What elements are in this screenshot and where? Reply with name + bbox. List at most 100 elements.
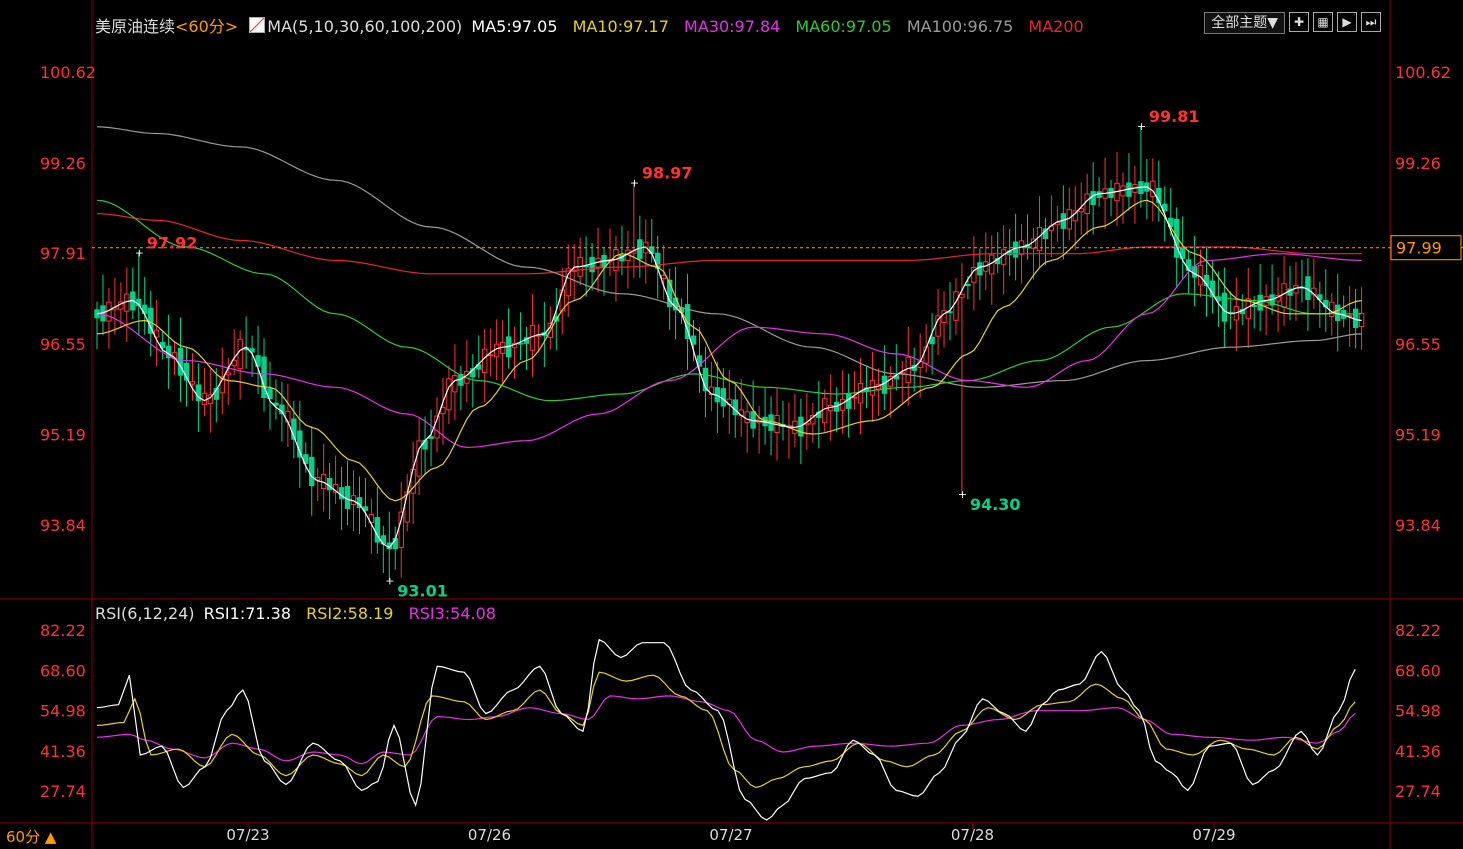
- candle-body: [857, 382, 864, 404]
- time-tick-label: 07/23: [226, 826, 269, 844]
- symbol-title: 美原油连续: [95, 17, 176, 36]
- candle-body: [1090, 191, 1096, 206]
- step-icon[interactable]: ⏭: [1361, 12, 1381, 32]
- price-tick-right: 96.55: [1395, 335, 1441, 354]
- candle-body: [1281, 283, 1287, 308]
- rsi1-value: RSI1:71.38: [203, 604, 292, 623]
- candle-body: [851, 396, 858, 399]
- rsi-tick-left: 68.60: [40, 661, 86, 680]
- price-tick-left: 96.55: [40, 335, 86, 354]
- candle-body: [660, 275, 667, 280]
- rsi-tick-right: 27.74: [1395, 782, 1441, 801]
- extreme-marker: +: [1137, 120, 1146, 133]
- candle-body: [845, 393, 852, 409]
- candle-body: [959, 293, 965, 299]
- ma60-value: MA60:97.05: [795, 17, 892, 36]
- last-price-label: 97.99: [1396, 239, 1442, 258]
- ma-label: MA(5,10,30,60,100,200): [267, 17, 463, 36]
- extreme-marker: +: [630, 176, 639, 189]
- ma10-value: MA10:97.17: [572, 17, 669, 36]
- toolbar: 全部主题▼ ✚ ▦ ▶ ⏭: [1204, 12, 1381, 34]
- candle-body: [1251, 304, 1257, 307]
- candle-body: [285, 410, 291, 423]
- time-tick-label: 07/28: [951, 826, 994, 844]
- rsi-tick-right: 82.22: [1395, 621, 1441, 640]
- candle-body: [446, 378, 452, 411]
- candle-body: [1000, 249, 1007, 265]
- candle-body: [881, 375, 888, 394]
- ma30-value: MA30:97.84: [684, 17, 781, 36]
- indicator-icon[interactable]: [249, 17, 266, 33]
- rsi-tick-right: 54.98: [1395, 702, 1441, 721]
- candle-body: [1185, 259, 1192, 271]
- candle-body: [225, 372, 231, 376]
- candle-body: [482, 348, 488, 373]
- candle-body: [953, 291, 959, 321]
- crosshair-icon[interactable]: ✚: [1289, 12, 1309, 32]
- period-switch[interactable]: 60分 ▲: [6, 826, 56, 847]
- candle-body: [309, 456, 315, 487]
- candle-body: [201, 392, 208, 406]
- price-tick-left: 95.19: [40, 426, 86, 445]
- price-tick-right: 93.84: [1395, 516, 1441, 535]
- rsi-tick-left: 82.22: [40, 621, 86, 640]
- extreme-marker: +: [385, 574, 394, 587]
- extreme-label: 94.30: [970, 495, 1021, 514]
- candle-body: [905, 356, 911, 383]
- rsi-tick-right: 41.36: [1395, 742, 1441, 761]
- candle-body: [487, 354, 494, 357]
- price-tick-left: 99.26: [40, 154, 86, 173]
- ma5-line: [96, 186, 1362, 549]
- theme-button[interactable]: 全部主题▼: [1204, 12, 1285, 34]
- rsi-tick-left: 41.36: [40, 742, 86, 761]
- chart-header: 美原油连续<60分> MA(5,10,30,60,100,200) MA5:97…: [95, 13, 1084, 37]
- extreme-label: 99.81: [1149, 107, 1200, 126]
- candle-body: [493, 343, 500, 358]
- extreme-label: 97.92: [147, 233, 198, 252]
- candle-body: [744, 411, 750, 424]
- ma200-value: MA200: [1028, 17, 1084, 36]
- price-tick-right: 99.26: [1395, 154, 1441, 173]
- candle-body: [1197, 264, 1204, 286]
- extreme-marker: +: [135, 246, 144, 259]
- candle-body: [189, 381, 196, 385]
- rsi-tick-left: 54.98: [40, 702, 86, 721]
- candle-body: [720, 388, 727, 407]
- rsi2-value: RSI2:58.19: [306, 604, 394, 623]
- rsi3-value: RSI3:54.08: [408, 604, 496, 623]
- candle-body: [977, 262, 983, 276]
- candle-body: [326, 477, 333, 491]
- extreme-label: 93.01: [397, 581, 448, 600]
- rsi-label: RSI(6,12,24): [95, 604, 195, 623]
- play-icon[interactable]: ▶: [1337, 12, 1357, 32]
- period-selector[interactable]: <60分>: [175, 17, 238, 36]
- candle-body: [839, 398, 846, 411]
- candle-body: [440, 407, 446, 415]
- rsi1-line: [96, 638, 1356, 821]
- candle-body: [452, 375, 458, 393]
- time-tick-label: 07/26: [468, 826, 511, 844]
- extreme-marker: +: [958, 488, 967, 501]
- price-tick-left: 100.62: [40, 63, 96, 82]
- candle-body: [237, 338, 243, 370]
- ma100-line: [96, 126, 1362, 388]
- time-tick-label: 07/27: [709, 826, 752, 844]
- price-tick-right: 100.62: [1395, 63, 1451, 82]
- rsi-tick-left: 27.74: [40, 782, 86, 801]
- ma5-value: MA5:97.05: [471, 17, 558, 36]
- ma10-line: [96, 199, 1362, 502]
- price-tick-right: 95.19: [1395, 426, 1441, 445]
- rsi-tick-right: 68.60: [1395, 661, 1441, 680]
- price-tick-left: 93.84: [40, 516, 86, 535]
- candle-body: [1084, 193, 1090, 215]
- grid-icon[interactable]: ▦: [1313, 12, 1333, 32]
- candle-body: [428, 436, 434, 439]
- candle-body: [344, 485, 351, 510]
- candle-body: [965, 284, 971, 287]
- candle-body: [177, 347, 184, 376]
- extreme-label: 98.97: [642, 163, 693, 182]
- ma100-value: MA100:96.75: [906, 17, 1014, 36]
- chart-canvas[interactable]: 100.62100.6299.2699.2697.9197.9196.5596.…: [0, 0, 1463, 849]
- candle-body: [1012, 241, 1019, 258]
- rsi-header: RSI(6,12,24) RSI1:71.38 RSI2:58.19 RSI3:…: [95, 604, 496, 623]
